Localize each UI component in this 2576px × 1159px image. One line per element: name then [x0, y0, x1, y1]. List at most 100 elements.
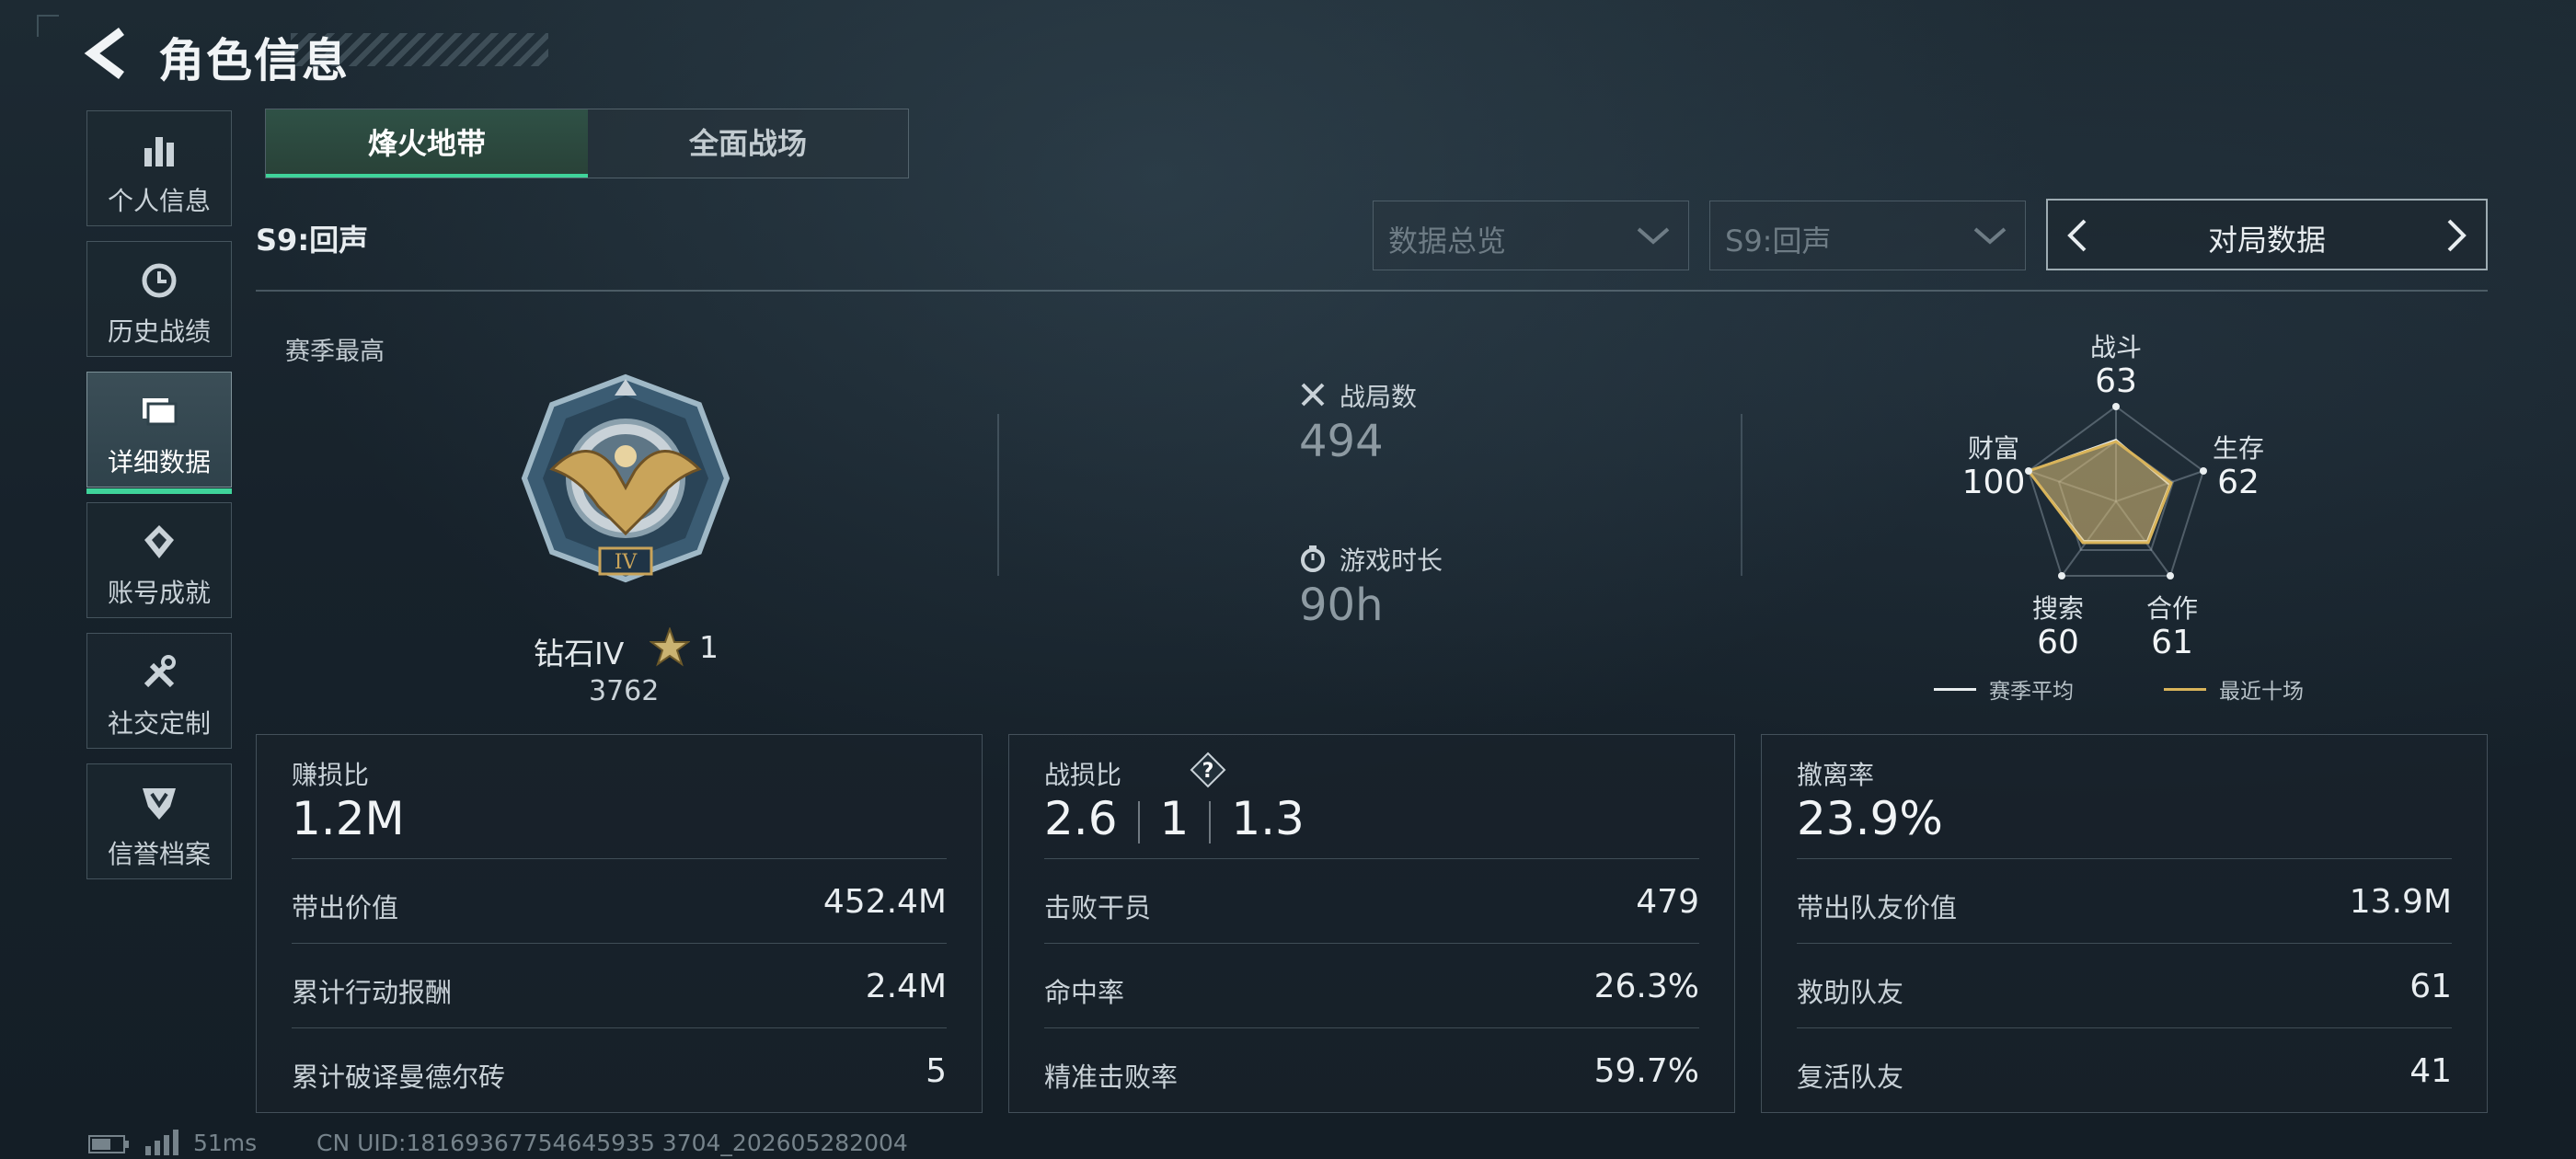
card-extract: 撤离率 23.9% 带出队友价值 13.9M 救助队友 61 复活队友 41 [1761, 734, 2488, 1113]
data-type-switcher: 对局数据 [2046, 199, 2488, 270]
stat-value: 5 [926, 1052, 947, 1090]
stat-value: 61 [2409, 968, 2452, 1005]
ratio-value: 1.3 [1231, 792, 1305, 845]
season-label: S9:回声 [256, 223, 369, 258]
bar-chart-icon [144, 137, 174, 166]
combat-ratio: 2.6 1 1.3 [1044, 792, 1305, 845]
legend-label-recent: 最近十场 [2219, 680, 2304, 704]
rank-score: 3762 [589, 675, 660, 707]
stat-row: 累计破译曼德尔砖 5 [292, 1027, 947, 1113]
radar-label-teamwork: 合作 [2145, 593, 2198, 624]
legend-label-avg: 赛季平均 [1989, 680, 2074, 704]
section-divider [256, 290, 2488, 292]
stat-label: 击败干员 [1044, 892, 1152, 924]
radar-value-combat: 63 [2095, 362, 2137, 400]
stat-value: 452.4M [822, 883, 947, 921]
tab-warzone[interactable]: 烽火地带 [266, 109, 588, 178]
stat-value: 13.9M [2349, 883, 2452, 921]
dropdown-value: S9:回声 [1725, 224, 1832, 258]
stat-row: 累计行动报酬 2.4M [292, 943, 947, 1028]
stat-label: 命中率 [1044, 977, 1125, 1008]
data-scope-dropdown[interactable]: 数据总览 [1373, 201, 1689, 270]
legend-swatch-avg [1934, 688, 1976, 691]
card-main-value: 23.9% [1797, 792, 1943, 845]
stat-row: 击败干员 479 [1044, 858, 1699, 944]
crossed-swords-icon [1301, 383, 1325, 407]
rank-star-count: 1 [699, 629, 719, 665]
legend-swatch-recent [2164, 688, 2206, 691]
stat-row: 救助队友 61 [1797, 943, 2452, 1028]
divider [997, 414, 999, 576]
card-combat: 战损比 ? 2.6 1 1.3 击败干员 479 命中率 26.3% 精准击败率 5… [1008, 734, 1735, 1113]
history-clock-icon [142, 263, 177, 298]
back-button[interactable] [81, 26, 136, 81]
season-dropdown[interactable]: S9:回声 [1709, 201, 2026, 270]
dropdown-value: 数据总览 [1388, 224, 1507, 258]
sidebar-item-personal-info[interactable]: 个人信息 [86, 110, 232, 226]
season-best-label: 赛季最高 [285, 338, 385, 366]
radar-label-wealth: 财富 [1967, 433, 2019, 464]
stat-value: 59.7% [1593, 1052, 1699, 1090]
sidebar-item-label: 账号成就 [107, 578, 211, 608]
back-arrow-icon [84, 28, 124, 79]
ratio-value: 1 [1159, 792, 1190, 845]
stat-label: 精准击败率 [1044, 1061, 1179, 1093]
stat-value: 41 [2409, 1052, 2452, 1090]
stat-label: 救助队友 [1797, 977, 1904, 1008]
stat-row: 复活队友 41 [1797, 1027, 2452, 1113]
radar-label-combat: 战斗 [2089, 332, 2142, 362]
achievement-icon [144, 525, 174, 558]
stat-label: 带出价值 [292, 892, 399, 924]
stat-row: 命中率 26.3% [1044, 943, 1699, 1028]
page-title: 角色信息 [158, 34, 350, 87]
ratio-value: 2.6 [1044, 792, 1118, 845]
radar-label-search: 搜索 [2031, 593, 2084, 624]
matches-label: 战局数 [1340, 382, 1418, 412]
battery-icon [88, 1135, 129, 1153]
switcher-label: 对局数据 [2207, 223, 2326, 258]
sidebar-item-history[interactable]: 历史战绩 [86, 241, 232, 357]
sidebar-item-label: 信誉档案 [107, 839, 211, 869]
chevron-right-icon[interactable] [2442, 219, 2469, 252]
sidebar-item-label: 详细数据 [107, 447, 211, 477]
divider [1741, 414, 1742, 576]
stopwatch-icon [1301, 545, 1325, 572]
medal-numeral: IV [615, 551, 638, 574]
ping-readout: 51ms [193, 1130, 258, 1156]
folder-icon [143, 398, 178, 426]
stat-value: 2.4M [865, 968, 947, 1005]
playtime-label: 游戏时长 [1340, 545, 1443, 576]
uid-readout: CN UID:18169367754645935 3704_2026052820… [316, 1130, 908, 1156]
card-title: 赚损比 [292, 760, 370, 790]
card-profit: 赚损比 1.2M 带出价值 452.4M 累计行动报酬 2.4M 累计破译曼德尔… [256, 734, 983, 1113]
sidebar-item-reputation[interactable]: 信誉档案 [86, 763, 232, 879]
stat-row: 精准击败率 59.7% [1044, 1027, 1699, 1113]
chevron-down-icon [1973, 227, 2007, 245]
tools-icon [144, 655, 176, 688]
card-main-value: 1.2M [292, 792, 405, 845]
signal-icon [145, 1130, 178, 1155]
header-corner-frame [37, 15, 59, 37]
stat-label: 累计行动报酬 [292, 977, 453, 1008]
sidebar-item-detailed-data[interactable]: 详细数据 [86, 372, 232, 494]
stat-label: 复活队友 [1797, 1061, 1904, 1093]
sidebar-item-social[interactable]: 社交定制 [86, 633, 232, 749]
shield-icon [143, 788, 176, 820]
help-glyph: ? [1202, 760, 1214, 783]
stat-label: 带出队友价值 [1797, 892, 1958, 924]
radar-value-wealth: 100 [1961, 464, 2026, 501]
rank-medal-icon: IV [515, 368, 736, 589]
stat-row: 带出队友价值 13.9M [1797, 858, 2452, 944]
sidebar-item-achievements[interactable]: 账号成就 [86, 502, 232, 618]
card-title: 撤离率 [1797, 760, 1875, 790]
stat-value: 479 [1636, 883, 1699, 921]
star-icon [650, 627, 690, 667]
radar-value-search: 60 [2037, 624, 2079, 661]
radar-series-recent [2026, 440, 2173, 545]
help-icon[interactable]: ? [1190, 752, 1226, 788]
tab-battlefield[interactable]: 全面战场 [588, 109, 908, 178]
playtime-value: 90h [1299, 580, 1384, 631]
card-title: 战损比 [1044, 760, 1122, 790]
radar-value-teamwork: 61 [2151, 624, 2193, 661]
radar-label-survival: 生存 [2212, 433, 2264, 464]
